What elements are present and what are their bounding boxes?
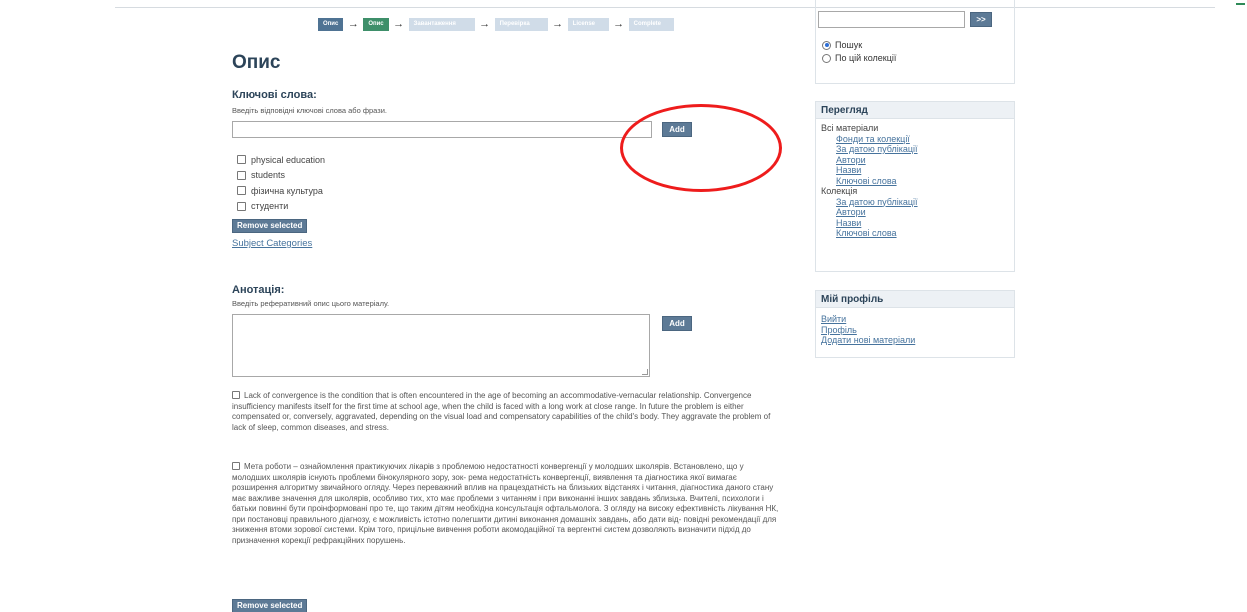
abstract-entry: Мета роботи – ознайомлення практикуючих … — [232, 462, 780, 546]
subject-categories-link[interactable]: Subject Categories — [232, 238, 312, 249]
profile-link-profile[interactable]: Профіль — [821, 325, 857, 335]
abstract-textarea[interactable] — [232, 314, 650, 377]
abstract-remove-selected-button[interactable]: Remove selected — [232, 599, 308, 612]
progress-step-describe-2[interactable]: Опис — [363, 17, 389, 31]
highlight-ellipse — [620, 104, 782, 192]
search-scope-all-label: Пошук — [835, 40, 863, 50]
progress-step-upload: Завантаження — [408, 17, 475, 31]
keyword-text: студенти — [251, 201, 289, 212]
browse-link-subjects[interactable]: Ключові слова — [836, 176, 897, 186]
progress-step-complete: Complete — [628, 17, 674, 31]
browse-link-titles[interactable]: Назви — [836, 165, 861, 175]
profile-link-logout[interactable]: Вийти — [821, 314, 846, 324]
search-scope-collection[interactable]: По цій колекції — [822, 53, 896, 63]
keyword-text: students — [251, 170, 286, 181]
progress-arrow-icon: → — [347, 17, 359, 30]
sidebar-search-go-button[interactable]: >> — [970, 12, 992, 27]
abstract-add-button[interactable]: Add — [662, 316, 692, 331]
top-divider — [115, 7, 1215, 8]
keywords-input[interactable] — [232, 121, 652, 138]
keyword-item: студенти — [237, 199, 325, 215]
abstract-checkbox[interactable] — [232, 391, 240, 399]
browse-group-all: Всі матеріали — [821, 123, 879, 133]
keyword-checkbox[interactable] — [237, 155, 246, 165]
collection-link-by-date[interactable]: За датою публікації — [836, 197, 918, 207]
progress-arrow-icon: → — [479, 17, 491, 30]
radio-unselected-icon[interactable] — [822, 53, 831, 63]
keyword-checkbox[interactable] — [237, 201, 246, 211]
keyword-item: physical education — [237, 152, 325, 168]
abstract-entry: Lack of convergence is the condition tha… — [232, 391, 780, 433]
keyword-checkbox[interactable] — [237, 170, 246, 180]
abstract-help: Введіть реферативний опис цього матеріал… — [232, 299, 390, 308]
browse-group-collection: Колекція — [821, 186, 858, 196]
keyword-checkbox[interactable] — [237, 186, 246, 196]
keywords-remove-selected-button[interactable]: Remove selected — [232, 219, 308, 233]
radio-selected-icon[interactable] — [822, 40, 831, 50]
corner-indicator — [1236, 3, 1245, 5]
keywords-help: Введіть відповідні ключові слова або фра… — [232, 106, 387, 115]
profile-panel: Мій профіль Вийти Профіль Додати нові ма… — [815, 290, 1015, 358]
browse-link-authors[interactable]: Автори — [836, 155, 866, 165]
browse-link-by-date[interactable]: За датою публікації — [836, 144, 918, 154]
collection-link-authors[interactable]: Автори — [836, 207, 866, 217]
search-scope-all[interactable]: Пошук — [822, 40, 862, 50]
progress-step-license: License — [567, 17, 609, 31]
sidebar-search-input[interactable] — [818, 11, 965, 28]
keyword-item: фізична культура — [237, 183, 325, 199]
profile-panel-title: Мій профіль — [816, 291, 1014, 308]
resize-grip-icon[interactable] — [642, 369, 648, 375]
keyword-text: physical education — [251, 154, 326, 165]
search-scope-collection-label: По цій колекції — [835, 53, 897, 63]
abstract-label: Анотація: — [232, 284, 285, 296]
browse-panel-title: Перегляд — [816, 102, 1014, 119]
keyword-item: students — [237, 168, 325, 184]
browse-link-communities[interactable]: Фонди та колекції — [836, 134, 910, 144]
progress-step-describe-1[interactable]: Опис — [318, 17, 344, 31]
profile-link-submissions[interactable]: Додати нові матеріали — [821, 335, 915, 345]
progress-arrow-icon: → — [393, 17, 405, 30]
keyword-text: фізична культура — [251, 185, 323, 196]
keywords-list: physical education students фізична куль… — [237, 152, 325, 214]
progress-arrow-icon: → — [613, 17, 625, 30]
submission-progress: Опис → Опис → Завантаження → Перевірка →… — [318, 17, 674, 31]
keywords-label: Ключові слова: — [232, 89, 317, 101]
abstract-entry-text: Мета роботи – ознайомлення практикуючих … — [232, 462, 779, 545]
page-title: Опис — [232, 52, 281, 73]
progress-arrow-icon: → — [552, 17, 564, 30]
collection-link-titles[interactable]: Назви — [836, 218, 861, 228]
progress-step-review: Перевірка — [494, 17, 548, 31]
browse-panel: Перегляд Всі матеріали Фонди та колекції… — [815, 101, 1015, 272]
abstract-entry-text: Lack of convergence is the condition tha… — [232, 391, 771, 432]
abstract-checkbox[interactable] — [232, 462, 240, 470]
collection-link-subjects[interactable]: Ключові слова — [836, 228, 897, 238]
